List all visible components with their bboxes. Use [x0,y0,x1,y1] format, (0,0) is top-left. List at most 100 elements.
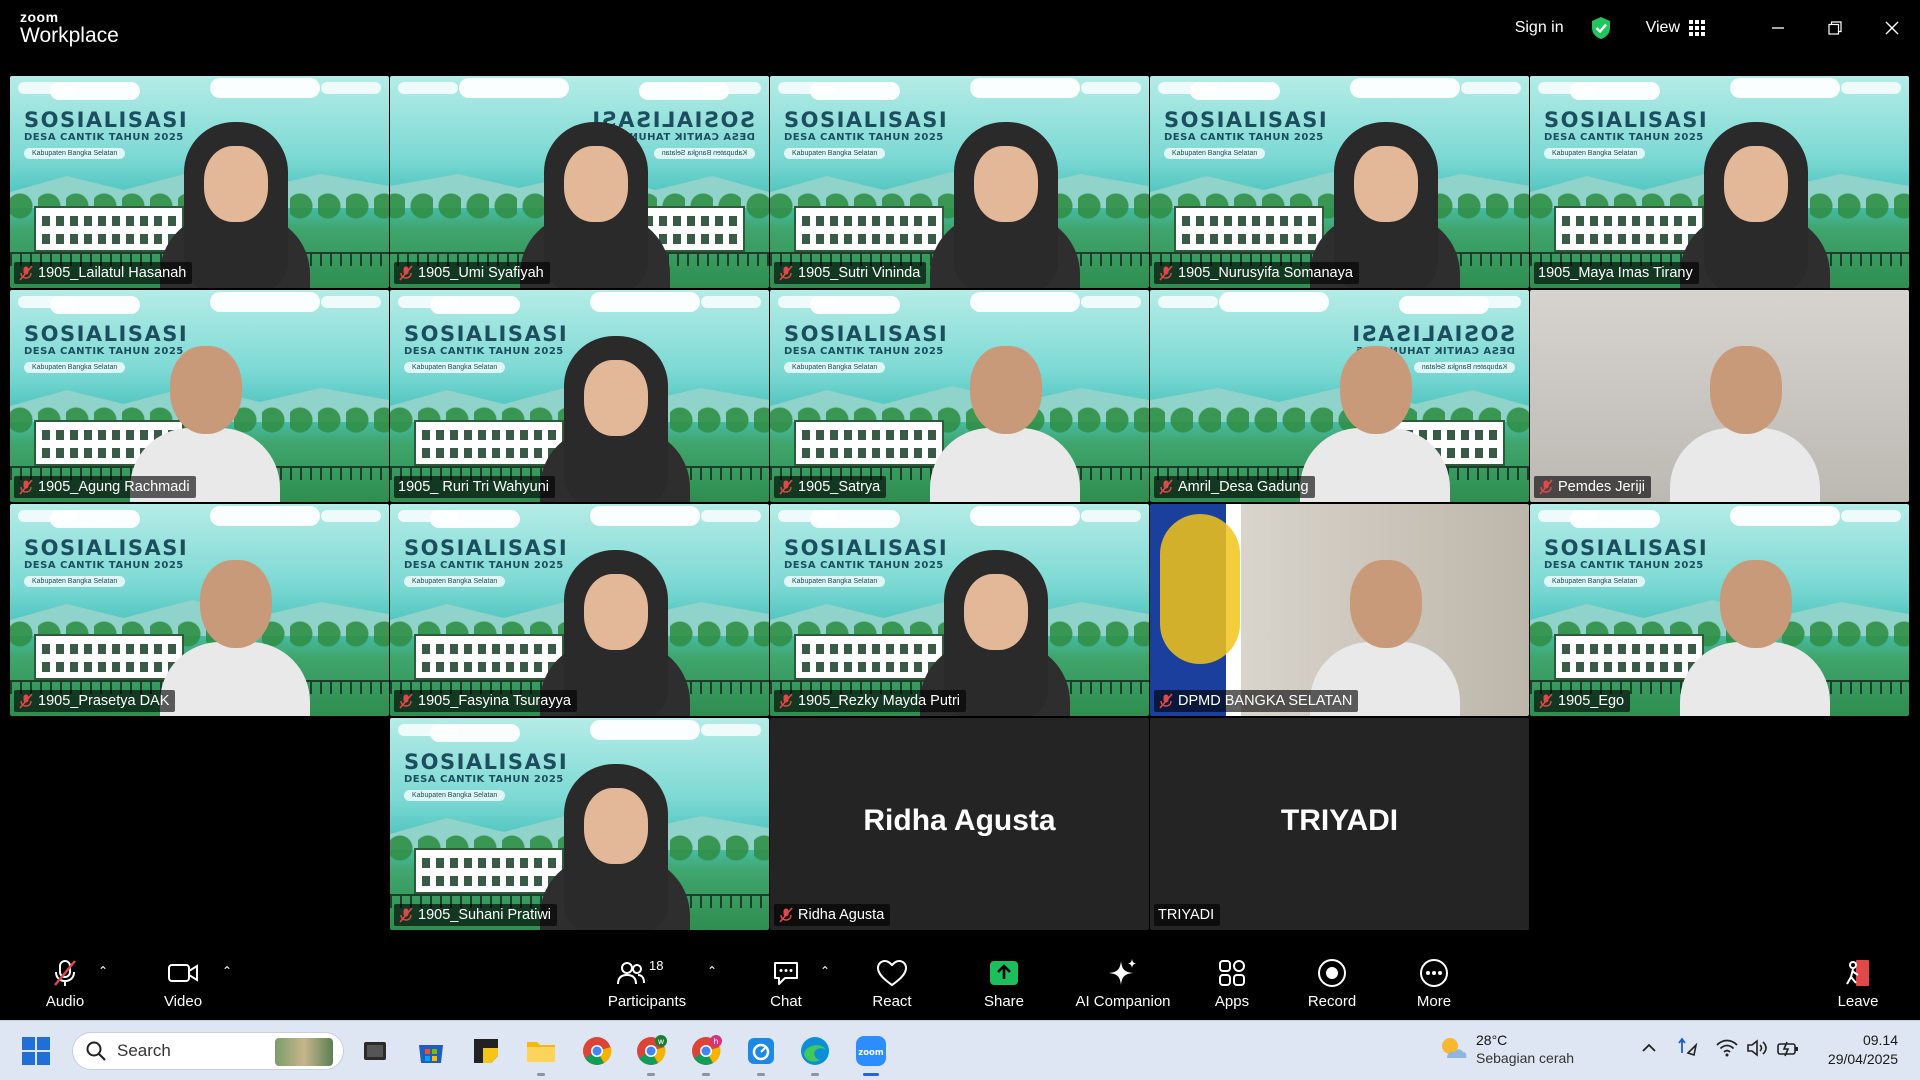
background-region: Kabupaten Bangka Selatan [404,576,506,587]
react-button[interactable]: React [868,946,916,1020]
search-highlight-image [275,1038,333,1066]
background-subtitle: DESA CANTIK TAHUN 2025 [784,346,944,357]
muted-microphone-icon [399,693,413,709]
close-button[interactable] [1863,0,1920,56]
tray-chevron-up-icon[interactable] [1640,1039,1658,1057]
wifi-icon[interactable] [1716,1039,1738,1057]
record-button[interactable]: Record [1302,946,1362,1020]
participant-tile[interactable]: Pemdes Jeriji [1530,290,1909,502]
participant-video-person [1670,332,1820,502]
logo-large-text: Workplace [20,24,119,47]
participant-tile[interactable]: SOSIALISASI DESA CANTIK TAHUN 2025 Kabupat… [1530,504,1909,716]
leave-button[interactable]: Leave [1834,946,1882,1020]
minimize-button[interactable] [1749,0,1806,56]
chrome-app[interactable] [580,1034,614,1068]
participant-tile[interactable]: TRIYADI TRIYADI [1150,718,1529,930]
edge-icon [801,1037,829,1065]
restore-button[interactable] [1806,0,1863,56]
system-clock[interactable]: 09.14 29/04/2025 [1828,1031,1898,1069]
participants-options-chevron-up-icon[interactable]: ⌃ [707,964,717,978]
microsoft-store-app[interactable] [414,1034,448,1068]
participant-tile[interactable]: SOSIALISASI DESA CANTIK TAHUN 2025 Kabupat… [770,504,1149,716]
chrome-profile-h-app[interactable]: h [689,1034,723,1076]
muted-microphone-icon [1159,479,1173,495]
close-icon [1885,21,1898,35]
participant-tile[interactable]: SOSIALISASI DESA CANTIK TAHUN 2025 Kabupat… [1150,76,1529,288]
audio-button[interactable]: Audio [44,946,86,1020]
battery-charging-icon[interactable] [1776,1039,1800,1057]
video-button[interactable]: Video [158,946,208,1020]
participant-name: 1905_Sutri Vininda [798,265,921,281]
background-region: Kabupaten Bangka Selatan [404,790,506,801]
participant-tile[interactable]: SOSIALISASI DESA CANTIK TAHUN 2025 Kabupat… [1530,76,1909,288]
participant-tile[interactable]: SOSIALISASI DESA CANTIK TAHUN 2025 Kabupat… [10,290,389,502]
chat-label: Chat [770,993,802,1010]
title-bar: zoom Workplace Sign in View [0,0,1920,56]
muted-microphone-icon [19,265,33,281]
folder-icon [527,1042,555,1062]
edge-app[interactable] [798,1034,832,1076]
windows-start-icon[interactable] [20,1035,52,1067]
regency-emblem [1160,514,1240,664]
apps-button[interactable]: Apps [1210,946,1254,1020]
ai-companion-button[interactable]: AI Companion [1072,946,1174,1020]
zoom-workplace-logo: zoom Workplace [20,10,119,46]
participant-name: 1905_Rezky Mayda Putri [798,693,960,709]
participant-tile[interactable]: SOSIALISASI DESA CANTIK TAHUN 2025 Kabupat… [10,504,389,716]
weather-widget[interactable]: 28°C Sebagian cerah [1438,1031,1574,1067]
muted-microphone-icon [1159,693,1173,709]
chrome-profile-h-icon: h [692,1035,722,1065]
weather-temperature: 28°C [1476,1032,1508,1048]
participant-display-name: TRIYADI [1280,804,1399,837]
participant-tile[interactable]: SOSIALISASI DESA CANTIK TAHUN 2025 Kabupat… [10,76,389,288]
clock-time: 09.14 [1862,1032,1898,1048]
svg-text:h: h [713,1037,718,1046]
background-region: Kabupaten Bangka Selatan [784,148,886,159]
background-region: Kabupaten Bangka Selatan [24,362,126,373]
location-in-use-icon[interactable] [1676,1037,1700,1059]
share-button[interactable]: Share [980,946,1028,1020]
audio-options-chevron-up-icon[interactable]: ⌃ [98,964,108,978]
snipping-tool-app[interactable] [744,1034,778,1076]
participant-video-person [540,332,690,502]
participant-tile[interactable]: SOSIALISASI DESA CANTIK TAHUN 2025 Kabupat… [390,290,769,502]
more-button[interactable]: More [1410,946,1458,1020]
search-placeholder: Search [117,1041,171,1060]
participant-tile[interactable]: SOSIALISASI DESA CANTIK TAHUN 2025 Kabupat… [770,290,1149,502]
participant-tile[interactable]: SOSIALISASI DESA CANTIK TAHUN 2025 Kabupat… [390,76,769,288]
participant-tile[interactable]: SOSIALISASI DESA CANTIK TAHUN 2025 Kabupat… [770,76,1149,288]
participant-tile[interactable]: SOSIALISASI DESA CANTIK TAHUN 2025 Kabupat… [1150,290,1529,502]
participant-name: TRIYADI [1158,907,1215,923]
background-region: Kabupaten Bangka Selatan [784,576,886,587]
view-button[interactable]: View [1646,19,1705,37]
more-ellipsis-icon [1420,959,1448,987]
zoom-app[interactable]: zoom [854,1034,888,1076]
file-explorer-app[interactable] [524,1034,558,1076]
video-options-chevron-up-icon[interactable]: ⌃ [222,964,232,978]
participant-video-person [1680,546,1830,716]
encryption-shield-icon[interactable] [1590,16,1612,40]
taskbar-search-box[interactable]: Search [72,1032,344,1070]
participant-name: 1905_Umi Syafiyah [418,265,544,281]
participant-tile[interactable]: SOSIALISASI DESA CANTIK TAHUN 2025 Kabupat… [390,718,769,930]
muted-microphone-icon [779,479,793,495]
muted-microphone-icon [1159,265,1173,281]
participants-icon [617,962,645,985]
chrome-profile-w-app[interactable]: w [634,1034,668,1076]
participant-tile[interactable]: Ridha Agusta Ridha Agusta [770,718,1149,930]
participant-name: 1905_Lailatul Hasanah [38,265,187,281]
participant-tile[interactable]: SOSIALISASI DESA CANTIK TAHUN 2025 Kabupat… [390,504,769,716]
volume-icon[interactable] [1746,1039,1768,1057]
participant-name-label: Ridha Agusta [774,904,891,926]
sticky-notes-app[interactable] [469,1034,503,1068]
chat-options-chevron-up-icon[interactable]: ⌃ [820,964,830,978]
chat-button[interactable]: Chat [764,946,808,1020]
task-view-app[interactable] [358,1034,392,1068]
participant-tile[interactable]: DPMD BANGKA SELATAN [1150,504,1529,716]
meeting-toolbar: Audio ⌃ Video ⌃ 18 Participants ⌃ Chat ⌃… [0,946,1920,1020]
sign-in-link[interactable]: Sign in [1515,19,1564,37]
participant-name-label: DPMD BANGKA SELATAN [1154,690,1359,712]
react-label: React [872,993,912,1010]
participant-name-label: 1905_ Ruri Tri Wahyuni [394,476,555,498]
participants-button[interactable]: 18 Participants [604,946,690,1020]
